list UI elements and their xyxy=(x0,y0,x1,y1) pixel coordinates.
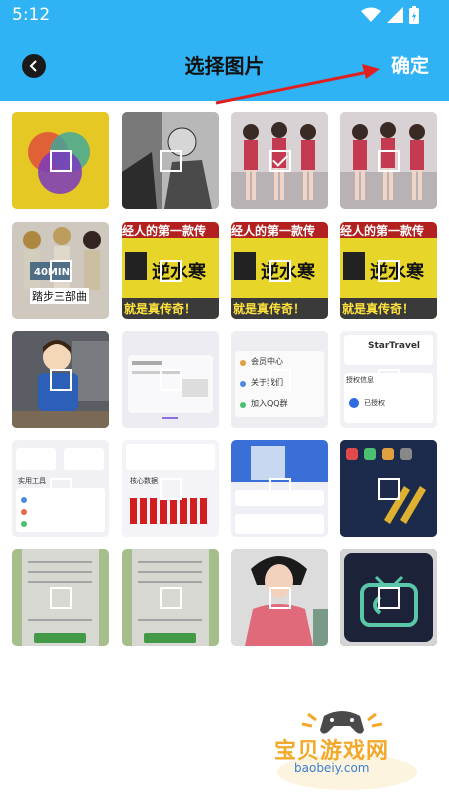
checkbox[interactable] xyxy=(160,260,182,282)
banner-bottom-text: 就是真传奇！ xyxy=(233,302,306,316)
checkbox[interactable] xyxy=(378,587,400,609)
banner-top-text: 经人的第一款传 xyxy=(122,224,207,238)
checkbox-checked[interactable] xyxy=(269,150,291,172)
image-thumbnail[interactable]: 经人的第一款传 逆水寒 就是真传奇！ xyxy=(231,222,328,319)
checkbox[interactable] xyxy=(160,369,182,391)
app-title: StarTravel xyxy=(368,341,421,351)
checkbox[interactable] xyxy=(50,369,72,391)
checkbox[interactable] xyxy=(50,150,72,172)
image-thumbnail[interactable]: StarTravel 授权信息 已授权 xyxy=(340,331,437,428)
checkbox[interactable] xyxy=(378,260,400,282)
checkbox[interactable] xyxy=(378,369,400,391)
watermark-url: baobeiy.com xyxy=(294,761,370,775)
image-thumbnail[interactable] xyxy=(122,112,219,209)
image-thumbnail[interactable]: 经人的第一款传 逆水寒 就是真传奇！ xyxy=(340,222,437,319)
checkbox[interactable] xyxy=(50,587,72,609)
checkbox[interactable] xyxy=(50,260,72,282)
auth-status: 已授权 xyxy=(364,399,385,407)
image-thumbnail[interactable]: 经人的第一款传 逆水寒 就是真传奇！ xyxy=(122,222,219,319)
checkbox[interactable] xyxy=(269,369,291,391)
checkbox[interactable] xyxy=(160,478,182,500)
annotation-arrow xyxy=(215,64,380,105)
banner-top-text: 经人的第一款传 xyxy=(340,224,425,238)
image-thumbnail[interactable]: 40MIN 踏步三部曲 xyxy=(12,222,109,319)
checkbox[interactable] xyxy=(50,478,72,500)
poster-caption: 踏步三部曲 xyxy=(30,288,89,304)
image-thumbnail[interactable]: 实用工具 xyxy=(12,440,109,537)
image-thumbnail[interactable] xyxy=(122,331,219,428)
banner-bottom-text: 就是真传奇！ xyxy=(342,302,415,316)
image-thumbnail[interactable] xyxy=(122,549,219,646)
checkbox[interactable] xyxy=(269,260,291,282)
settings-item-1: 会员中心 xyxy=(251,357,283,366)
banner-top-text: 经人的第一款传 xyxy=(231,224,316,238)
banner-bottom-text: 就是真传奇！ xyxy=(124,302,197,316)
tools-label: 实用工具 xyxy=(18,477,46,485)
image-thumbnail[interactable] xyxy=(231,112,328,209)
image-thumbnail[interactable] xyxy=(340,549,437,646)
auth-info-label: 授权信息 xyxy=(346,376,374,384)
checkbox[interactable] xyxy=(160,150,182,172)
image-thumbnail[interactable] xyxy=(12,331,109,428)
image-thumbnail[interactable] xyxy=(231,549,328,646)
checkbox[interactable] xyxy=(269,478,291,500)
image-thumbnail[interactable] xyxy=(12,112,109,209)
image-thumbnail[interactable] xyxy=(231,440,328,537)
image-thumbnail[interactable] xyxy=(340,440,437,537)
core-data-label: 核心数据 xyxy=(130,477,158,485)
checkbox[interactable] xyxy=(160,587,182,609)
checkbox[interactable] xyxy=(269,587,291,609)
image-thumbnail[interactable] xyxy=(12,549,109,646)
image-thumbnail[interactable] xyxy=(340,112,437,209)
checkbox[interactable] xyxy=(378,478,400,500)
image-thumbnail[interactable]: 核心数据 xyxy=(122,440,219,537)
checkbox[interactable] xyxy=(378,150,400,172)
site-watermark: 宝贝游戏网 baobeiy.com xyxy=(272,700,422,790)
image-thumbnail[interactable]: 会员中心 关于我们 加入QQ群 xyxy=(231,331,328,428)
settings-item-3: 加入QQ群 xyxy=(251,399,288,408)
